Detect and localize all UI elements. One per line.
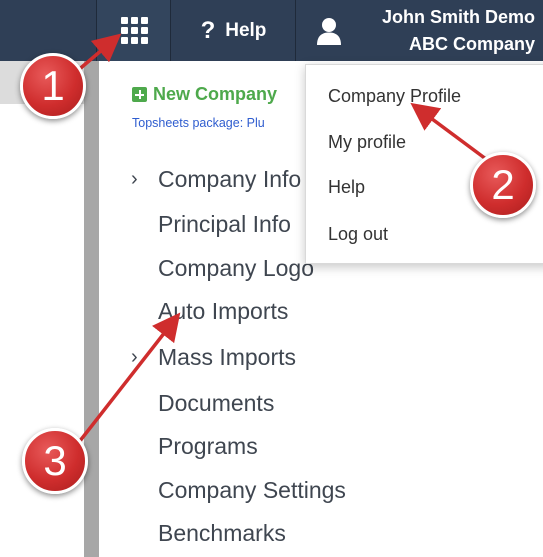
- callout-badge-3: 3: [22, 428, 88, 494]
- callout-arrow-3: [74, 312, 181, 448]
- callout-arrow-2: [410, 102, 492, 164]
- callout-badge-2: 2: [470, 152, 536, 218]
- callout-badge-1: 1: [20, 53, 86, 119]
- callout-arrow-1: [74, 33, 122, 74]
